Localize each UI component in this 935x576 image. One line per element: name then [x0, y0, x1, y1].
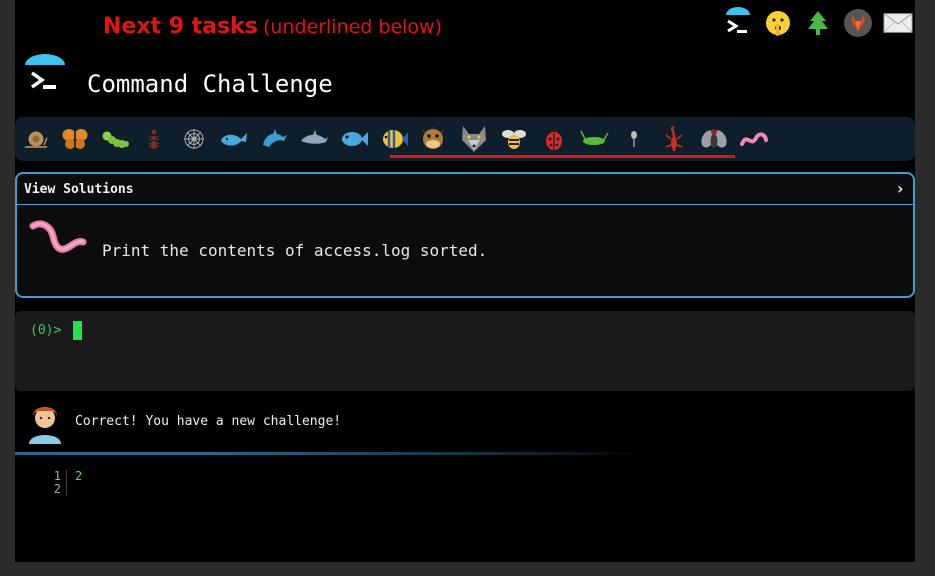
mosquito-icon[interactable]: [617, 122, 651, 156]
fly-icon[interactable]: [697, 122, 731, 156]
progress-divider: [15, 452, 915, 455]
caterpillar-icon[interactable]: [98, 122, 132, 156]
terminal-icon[interactable]: [723, 6, 753, 40]
solutions-panel: View Solutions › Print the contents of a…: [15, 172, 915, 298]
envelope-icon[interactable]: [883, 6, 913, 40]
evergreen-tree-icon[interactable]: [803, 6, 833, 40]
wolf-icon[interactable]: [457, 122, 491, 156]
app-title: Command Challenge: [87, 70, 333, 98]
next-tasks-underline: [390, 155, 735, 158]
next-tasks-note: (underlined below): [262, 16, 443, 38]
page: Next 9 tasks (underlined below) Command …: [15, 0, 915, 562]
task-icon-bar: [15, 117, 915, 161]
view-solutions-toggle[interactable]: View Solutions ›: [17, 174, 913, 205]
feedback-text: Correct! You have a new challenge!: [75, 414, 342, 429]
worm-icon: [29, 220, 87, 253]
output-text: 2: [75, 470, 82, 483]
line-number: 2: [53, 482, 61, 496]
fish-icon[interactable]: [337, 122, 371, 156]
terminal-prompt: (0)>: [30, 323, 62, 338]
blowfish-icon[interactable]: [417, 122, 451, 156]
app-logo-icon: [25, 54, 65, 89]
scorpion-icon[interactable]: [657, 122, 691, 156]
butterfly-icon[interactable]: [58, 122, 92, 156]
view-solutions-label: View Solutions: [24, 181, 134, 197]
feedback-message: Correct! You have a new challenge!: [15, 400, 915, 450]
tropical-fish-icon[interactable]: [377, 122, 411, 156]
top-icon-bar: [723, 6, 913, 40]
next-tasks-heading: Next 9 tasks (underlined below): [103, 14, 442, 39]
spider-web-icon[interactable]: [177, 122, 211, 156]
man-technologist-icon: [29, 407, 61, 444]
next-tasks-label: Next 9 tasks: [103, 14, 258, 39]
terminal-cursor: [73, 321, 82, 340]
ladybug-icon[interactable]: [537, 122, 571, 156]
dolphin-icon[interactable]: [297, 122, 331, 156]
worm-icon[interactable]: [737, 122, 771, 156]
gitlab-icon[interactable]: [843, 6, 873, 40]
shushing-face-icon[interactable]: [763, 6, 793, 40]
snail-icon[interactable]: [19, 122, 53, 156]
line-numbers: 1 2: [51, 470, 67, 496]
ant-icon[interactable]: [137, 122, 171, 156]
dolphin-icon[interactable]: [257, 122, 291, 156]
task-description: Print the contents of access.log sorted.: [102, 241, 488, 260]
whale-icon[interactable]: [217, 122, 251, 156]
cricket-icon[interactable]: [577, 122, 611, 156]
output-line: 2: [75, 469, 83, 483]
bee-icon[interactable]: [497, 122, 531, 156]
chevron-right-icon: ›: [895, 179, 905, 198]
terminal-input-area[interactable]: (0)>: [15, 311, 915, 391]
